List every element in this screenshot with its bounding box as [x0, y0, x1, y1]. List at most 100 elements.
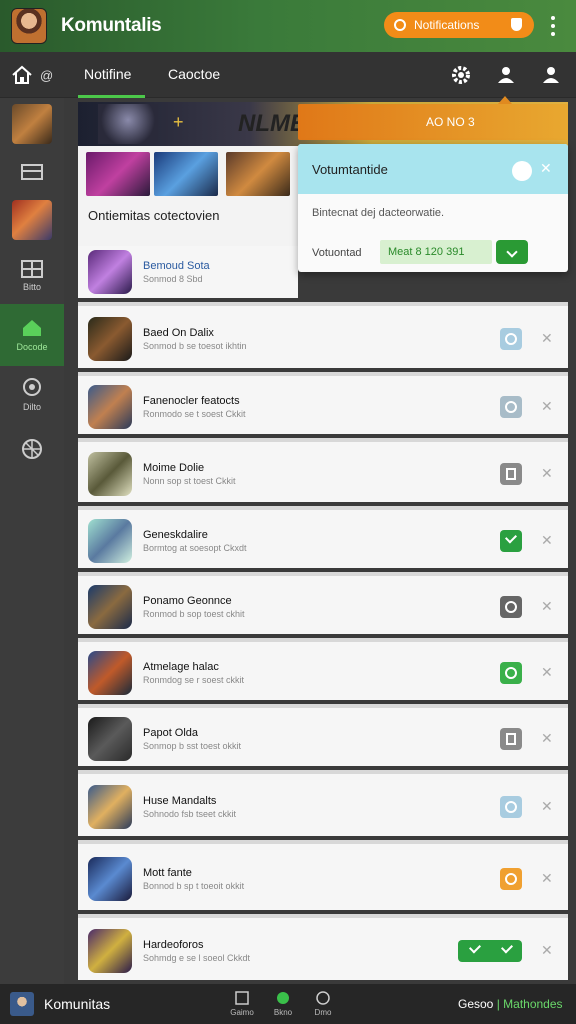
list-item[interactable]: Papot Olda Sonmop b sst toest okkit ✕ [78, 704, 568, 766]
gear-icon[interactable] [450, 64, 472, 86]
bottom-avatar[interactable] [10, 992, 34, 1016]
game-icon [88, 250, 132, 294]
home-active-icon [23, 320, 41, 336]
list-item[interactable]: Moime Dolie Nonn sop st toest Ckkit ✕ [78, 438, 568, 502]
row-title: Moime Dolie [143, 462, 205, 474]
row-subtitle: Ronmodo se t soest Ckkit [143, 409, 246, 419]
close-icon[interactable]: ✕ [540, 160, 552, 177]
rail-item-settings[interactable] [0, 438, 64, 460]
tab-caoctoe[interactable]: Caoctoe [168, 66, 220, 82]
rail-item-game-1[interactable] [0, 104, 64, 144]
bottom-item-gaimo[interactable]: Gaimo [227, 990, 257, 1017]
row-title: Baed On Dalix [143, 327, 214, 339]
user-icon[interactable] [495, 64, 517, 86]
close-icon[interactable]: ✕ [541, 798, 553, 815]
featured-thumb[interactable] [86, 152, 150, 196]
app-title: Komuntalis [61, 15, 162, 36]
featured-thumb[interactable] [154, 152, 218, 196]
row-checkbox[interactable] [500, 328, 522, 350]
close-icon[interactable]: ✕ [541, 730, 553, 747]
popup-header-label: AO NO 3 [426, 115, 475, 129]
bottom-item-label: Bkno [273, 1008, 293, 1017]
close-icon[interactable]: ✕ [541, 532, 553, 549]
game-icon [88, 929, 132, 973]
close-icon[interactable]: ✕ [541, 664, 553, 681]
list-item[interactable]: Huse Mandalts Sohnodo fsb tseet ckkit ✕ [78, 770, 568, 836]
tab-notifine[interactable]: Notifine [77, 66, 147, 98]
app-avatar[interactable] [11, 8, 47, 44]
rail-item-docode[interactable]: Docode [0, 304, 64, 366]
popup-field-label: Votuontad [312, 247, 362, 259]
list-item[interactable]: Bemoud Sota Sonmod 8 Sbd [78, 246, 298, 298]
game-icon [88, 857, 132, 901]
nav-bar: @ Notifine Caoctoe [0, 52, 576, 98]
notification-popup: Votumtantide ✕ Bintecnat dej dacteorwati… [298, 144, 568, 272]
row-checkbox[interactable] [500, 463, 522, 485]
home-icon[interactable] [11, 64, 33, 86]
row-title: Huse Mandalts [143, 795, 217, 807]
profile-icon[interactable] [540, 64, 562, 86]
rail-item-bitto[interactable]: Bitto [0, 260, 64, 292]
row-subtitle: Sonmod b se toesot ikhtin [143, 341, 247, 351]
popup-dropdown-button[interactable] [496, 240, 528, 264]
controller-icon [23, 378, 41, 396]
shield-icon [511, 18, 522, 31]
game-icon [88, 785, 132, 829]
list-item[interactable]: Baed On Dalix Sonmod b se toesot ikhtin ✕ [78, 302, 568, 368]
rail-item-game-2[interactable] [0, 200, 64, 240]
bottom-item-dmo[interactable]: Dmo [308, 990, 338, 1017]
row-checkbox[interactable] [500, 868, 522, 890]
ring-icon [394, 19, 406, 31]
list-item[interactable]: Ponamo Geonnce Ronmod b sop toest ckhit ✕ [78, 572, 568, 634]
list-item[interactable]: Hardeoforos Sohmdg e se l soeol Ckkdt ✕ [78, 914, 568, 980]
row-subtitle: Ronmdog se r soest ckkit [143, 675, 245, 685]
rail-item-inbox[interactable] [0, 162, 64, 182]
game-icon [88, 717, 132, 761]
popup-description: Bintecnat dej dacteorwatie. [312, 207, 445, 219]
popup-pointer [498, 96, 512, 104]
top-bar: Komuntalis Notifications [0, 0, 576, 52]
popup-toggle[interactable] [512, 161, 532, 181]
grid-icon [21, 260, 43, 278]
bottom-item-label: Gaimo [230, 1008, 254, 1017]
close-icon[interactable]: ✕ [541, 398, 553, 415]
banner-arrow: + [173, 112, 184, 132]
row-checkbox[interactable] [458, 940, 522, 962]
notification-pill[interactable]: Notifications [384, 12, 534, 38]
row-subtitle: Sonmop b sst toest okkit [143, 741, 242, 751]
banner-title: NLME [238, 110, 306, 137]
featured-thumb[interactable] [226, 152, 290, 196]
popup-header[interactable]: AO NO 3 [298, 104, 568, 140]
row-subtitle: Nonn sop st toest Ckkit [143, 476, 236, 486]
kebab-menu-icon[interactable] [546, 14, 560, 38]
popup-field[interactable]: Meat 8 120 391 [380, 240, 492, 264]
row-title: Bemoud Sota [143, 260, 210, 272]
game-icon [88, 452, 132, 496]
banner-art [98, 104, 158, 144]
row-checkbox[interactable] [500, 662, 522, 684]
rail-label: Dilto [22, 402, 41, 412]
list-item[interactable]: Atmelage halac Ronmdog se r soest ckkit ✕ [78, 638, 568, 700]
close-icon[interactable]: ✕ [541, 330, 553, 347]
close-icon[interactable]: ✕ [541, 942, 553, 959]
row-checkbox[interactable] [500, 530, 522, 552]
close-icon[interactable]: ✕ [541, 465, 553, 482]
bottom-right-b: | Mathondes [496, 997, 563, 1011]
rail-label: Bitto [22, 282, 41, 292]
list-item[interactable]: Fanenocler featocts Ronmodo se t soest Ck… [78, 372, 568, 434]
bottom-item-bkno[interactable]: Bkno [268, 990, 298, 1017]
row-checkbox[interactable] [500, 796, 522, 818]
row-checkbox[interactable] [500, 728, 522, 750]
close-icon[interactable]: ✕ [541, 598, 553, 615]
row-title: Atmelage halac [143, 661, 219, 673]
row-checkbox[interactable] [500, 596, 522, 618]
bottom-right-a: Gesoo [458, 997, 494, 1011]
row-subtitle: Sohmdg e se l soeol Ckkdt [143, 953, 251, 963]
list-item[interactable]: Geneskdalire Bormtog at soesopt Ckxdt ✕ [78, 506, 568, 568]
list-item[interactable]: Mott fante Bonnod b sp t toeoit okkit ✕ [78, 840, 568, 910]
row-checkbox[interactable] [500, 396, 522, 418]
rail-item-dilto[interactable]: Dilto [0, 376, 64, 412]
bottom-right-label[interactable]: Gesoo | Mathondes [458, 997, 563, 1011]
close-icon[interactable]: ✕ [541, 870, 553, 887]
game-thumbnail [12, 200, 52, 240]
